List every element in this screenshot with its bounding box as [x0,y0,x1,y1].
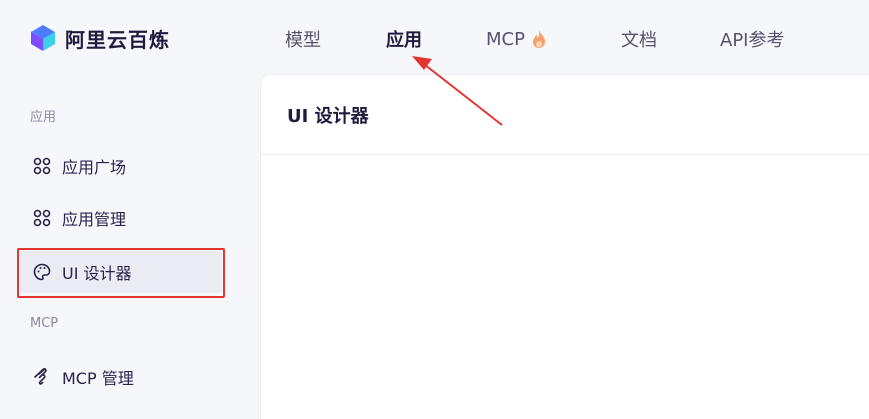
tab-applications-label: 应用 [386,30,422,51]
sidebar-item-label: MCP 管理 [62,369,134,388]
sidebar-item-ui-designer[interactable]: UI 设计器 [20,251,222,293]
main-header: UI 设计器 [261,75,869,155]
fire-icon [532,30,545,48]
tab-mcp-label: MCP [486,28,525,50]
tab-api-reference[interactable]: API参考 [720,26,784,52]
sidebar-item-label: 应用管理 [62,210,127,229]
sidebar-item-app-management[interactable]: 应用管理 [20,197,222,239]
tab-api-reference-label: API参考 [720,30,785,51]
grid-icon [33,157,51,175]
page-title: UI 设计器 [287,105,369,127]
tab-docs[interactable]: 文档 [621,26,657,52]
top-navigation: 阿里云百炼 模型 应用 MCP 文档 API参考 [0,0,869,74]
tab-docs-label: 文档 [621,30,657,51]
tab-applications[interactable]: 应用 [386,26,422,52]
sidebar-section-title-mcp: MCP [30,316,59,331]
sidebar: 应用 应用广场 应用管理 UI 设计器 MCP MCP 管理 [0,74,240,419]
sidebar-item-app-square[interactable]: 应用广场 [20,145,222,187]
tab-mcp[interactable]: MCP [486,26,547,52]
main-panel: UI 设计器 [260,74,869,419]
brand-logo[interactable]: 阿里云百炼 [28,22,170,54]
sidebar-item-mcp-management[interactable]: MCP 管理 [20,356,222,398]
sidebar-section-title-apps: 应用 [30,110,57,125]
grid-icon [33,209,51,227]
tab-models[interactable]: 模型 [285,26,321,52]
mcp-icon [34,368,47,385]
tab-models-label: 模型 [285,30,321,51]
brand-cube-icon [31,25,55,51]
sidebar-item-label: UI 设计器 [62,264,132,283]
sidebar-item-label: 应用广场 [62,158,127,177]
palette-icon [33,263,51,281]
brand-name: 阿里云百炼 [65,27,170,52]
